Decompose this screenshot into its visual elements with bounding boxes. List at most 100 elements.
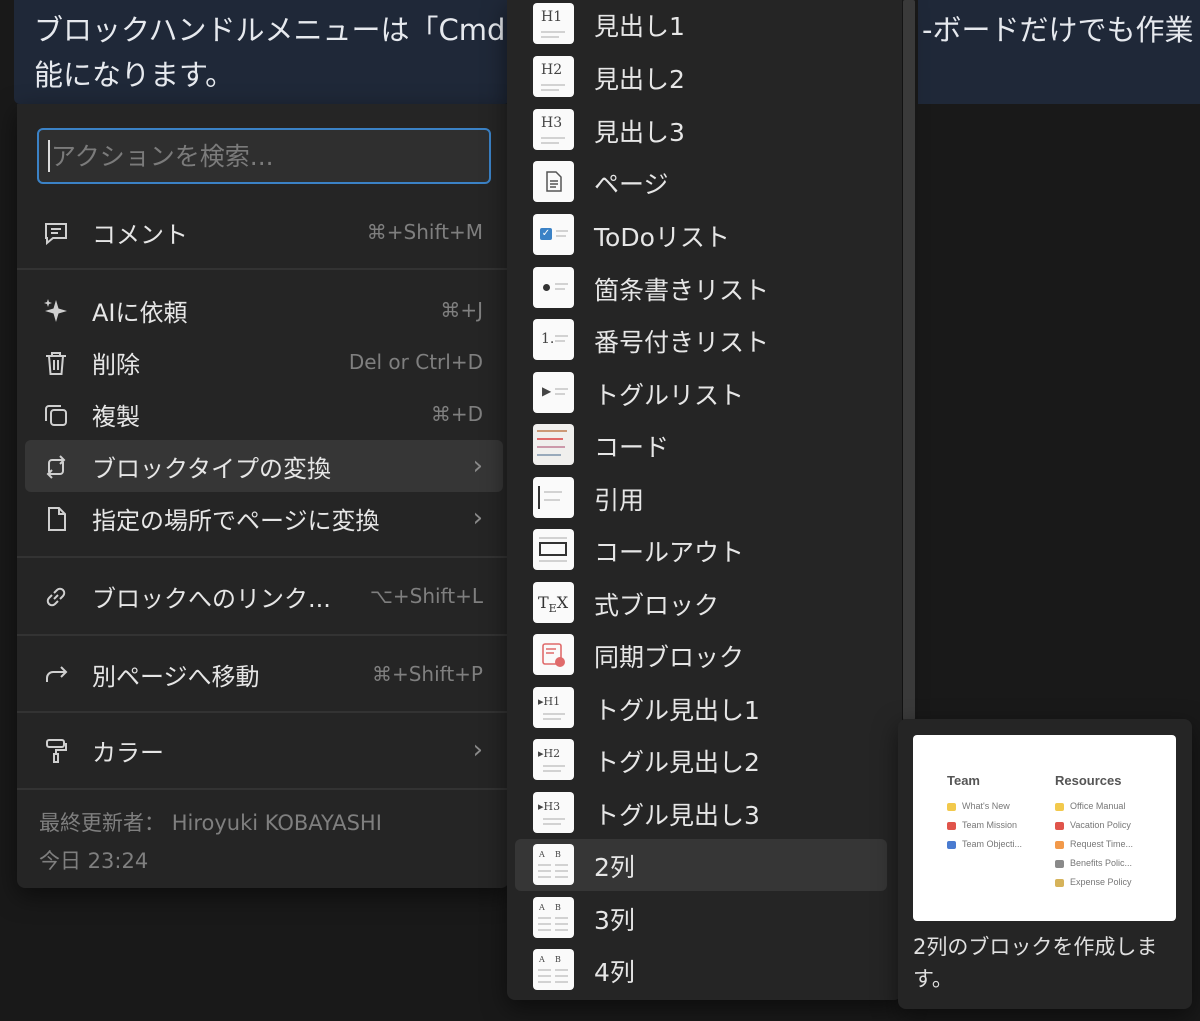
block-type-heading-1[interactable]: H1 見出し1	[515, 0, 887, 50]
page-thumbnail	[533, 161, 574, 202]
menu-item-copy-link[interactable]: ブロックへのリンク... ⌥+Shift+L	[25, 570, 503, 622]
preview-item: Expense Policy	[1055, 877, 1132, 887]
block-type-label: ページ	[594, 170, 669, 199]
submenu-scrollbar[interactable]	[903, 0, 915, 720]
menu-item-label: カラー	[92, 739, 164, 767]
block-type-toggle-heading-1[interactable]: ▸H1 トグル見出し1	[515, 682, 887, 734]
block-type-label: ToDoリスト	[594, 223, 730, 252]
preview-heading-right: Resources	[1055, 773, 1122, 788]
trash-icon	[46, 352, 66, 375]
shortcut-hint: ⌘+D	[430, 402, 483, 426]
divider	[17, 634, 509, 636]
block-type-label: 2列	[594, 853, 635, 882]
shortcut-hint: ⌘+Shift+P	[371, 662, 483, 686]
block-type-label: コールアウト	[594, 538, 745, 567]
menu-item-label: ブロックタイプの変換	[92, 455, 332, 483]
callout-box-icon	[539, 542, 567, 556]
chevron-right-icon: ›	[472, 735, 483, 765]
menu-item-label: 別ページへ移動	[92, 663, 260, 691]
text-cursor	[48, 140, 50, 172]
numbered-list-thumbnail: 1.	[533, 319, 574, 360]
preview-item: Office Manual	[1055, 801, 1125, 811]
block-type-code[interactable]: コード	[515, 419, 887, 471]
shortcut-hint: ⌘+J	[440, 298, 483, 322]
block-type-quote[interactable]: 引用	[515, 472, 887, 524]
bullet-list-thumbnail	[533, 267, 574, 308]
block-type-label: トグル見出し2	[594, 748, 760, 777]
block-type-numbered-list[interactable]: 1. 番号付きリスト	[515, 314, 887, 366]
columns-thumbnail: AB	[533, 897, 574, 938]
block-type-label: 見出し3	[594, 118, 685, 147]
heading-2-thumbnail: H2	[533, 56, 574, 97]
shortcut-hint: Del or Ctrl+D	[348, 350, 483, 374]
preview-item: Benefits Polic...	[1055, 858, 1132, 868]
block-type-2-columns[interactable]: AB 2列	[515, 839, 887, 891]
block-type-equation[interactable]: TEX 式ブロック	[515, 577, 887, 629]
block-type-bulleted-list[interactable]: 箇条書きリスト	[515, 262, 887, 314]
block-type-label: 4列	[594, 958, 635, 987]
text-line: 能になります。	[34, 58, 235, 92]
shortcut-hint: ⌘+Shift+M	[366, 220, 483, 244]
block-type-label: 見出し2	[594, 65, 685, 94]
block-type-toggle-heading-2[interactable]: ▸H2 トグル見出し2	[515, 734, 887, 786]
comment-icon	[45, 223, 67, 246]
quote-thumbnail	[533, 477, 574, 518]
block-type-4-columns[interactable]: AB 4列	[515, 944, 887, 996]
block-type-label: 箇条書きリスト	[594, 276, 770, 305]
toggle-list-thumbnail: ▶	[533, 372, 574, 413]
triangle-right-icon: ▶	[542, 384, 552, 398]
editor-text-block-right[interactable]: -ボードだけでも作業	[918, 0, 1200, 104]
menu-item-duplicate[interactable]: 複製 ⌘+D	[25, 388, 503, 440]
chevron-right-icon: ›	[472, 503, 483, 533]
block-type-callout[interactable]: コールアウト	[515, 524, 887, 576]
two-column-preview-image: Team What's New Team Mission Team Object…	[913, 735, 1176, 921]
block-type-synced-block[interactable]: 同期ブロック	[515, 629, 887, 681]
toggle-heading-2-thumbnail: ▸H2	[533, 739, 574, 780]
block-type-3-columns[interactable]: AB 3列	[515, 892, 887, 944]
last-edited-by: Hiroyuki KOBAYASHI	[171, 811, 382, 835]
code-thumbnail	[533, 424, 574, 465]
tooltip-description: 2列のブロックを作成します。	[913, 935, 1158, 991]
block-type-heading-3[interactable]: H3 見出し3	[515, 104, 887, 156]
menu-item-turn-into-page[interactable]: 指定の場所でページに変換 ›	[25, 492, 503, 544]
tex-thumbnail: TEX	[533, 582, 574, 623]
block-type-label: トグル見出し3	[594, 801, 760, 830]
block-type-label: 引用	[594, 486, 645, 515]
menu-item-turn-into[interactable]: ブロックタイプの変換 ›	[25, 440, 503, 492]
block-type-heading-2[interactable]: H2 見出し2	[515, 51, 887, 103]
block-type-toggle-list[interactable]: ▶ トグルリスト	[515, 367, 887, 419]
block-type-todo[interactable]: ✓ ToDoリスト	[515, 209, 887, 261]
bullet-icon	[543, 284, 550, 291]
sparkle-icon	[44, 299, 67, 322]
menu-item-ask-ai[interactable]: AIに依頼 ⌘+J	[25, 284, 503, 336]
document-icon	[546, 171, 562, 192]
menu-item-comment[interactable]: コメント ⌘+Shift+M	[25, 206, 503, 258]
toggle-heading-1-thumbnail: ▸H1	[533, 687, 574, 728]
menu-item-label: 指定の場所でページに変換	[92, 507, 380, 535]
action-search-input[interactable]	[37, 128, 491, 184]
block-action-menu: コメント ⌘+Shift+M AIに依頼 ⌘+J 削除 Del or Ctrl+…	[17, 104, 509, 888]
convert-icon	[46, 455, 66, 479]
preview-item: Team Objecti...	[947, 839, 1022, 849]
divider	[17, 711, 509, 713]
block-type-toggle-heading-3[interactable]: ▸H3 トグル見出し3	[515, 787, 887, 839]
toggle-heading-3-thumbnail: ▸H3	[533, 792, 574, 833]
menu-item-move-to[interactable]: 別ページへ移動 ⌘+Shift+P	[25, 648, 503, 700]
block-type-label: 3列	[594, 906, 635, 935]
callout-thumbnail	[533, 529, 574, 570]
preview-item: Team Mission	[947, 820, 1017, 830]
columns-thumbnail: AB	[533, 949, 574, 990]
menu-item-label: コメント	[92, 221, 188, 249]
text-line: ブロックハンドルメニューは「Cmd	[34, 13, 506, 47]
divider	[17, 268, 509, 270]
menu-item-color[interactable]: カラー ›	[25, 724, 503, 776]
link-icon	[46, 587, 66, 607]
block-type-page[interactable]: ページ	[515, 156, 887, 208]
preview-item: Request Time...	[1055, 839, 1133, 849]
sync-block-icon	[542, 643, 565, 667]
menu-item-delete[interactable]: 削除 Del or Ctrl+D	[25, 336, 503, 388]
number-icon: 1.	[541, 331, 555, 347]
text-line: -ボードだけでも作業	[922, 13, 1194, 47]
block-type-label: トグル見出し1	[594, 696, 760, 725]
editor-text-block[interactable]: ブロックハンドルメニューは「Cmd 能になります。	[14, 0, 510, 104]
